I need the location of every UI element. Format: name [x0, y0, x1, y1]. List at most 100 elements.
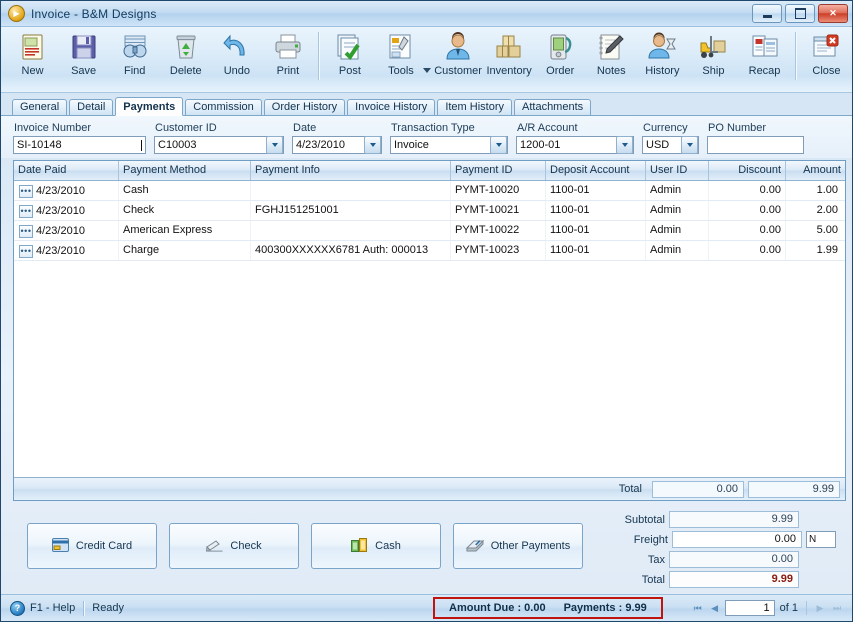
cell-user-id[interactable]: Admin — [646, 241, 709, 260]
record-number-input[interactable]: 1 — [724, 600, 775, 616]
cell-deposit-account[interactable]: 1100-01 — [546, 221, 646, 240]
chevron-down-icon[interactable] — [364, 136, 381, 154]
toolbar-button-post[interactable]: Post — [324, 30, 375, 86]
tab-detail[interactable]: Detail — [69, 99, 114, 115]
column-header-payment-id[interactable]: Payment ID — [451, 161, 546, 180]
next-record-icon[interactable]: ▶ — [813, 601, 827, 615]
ellipsis-button-icon[interactable]: ••• — [19, 225, 33, 238]
invoice-number-input[interactable]: SI-10148 — [13, 136, 146, 154]
date-picker[interactable]: 4/23/2010 — [292, 136, 382, 154]
cell-deposit-account[interactable]: 1100-01 — [546, 181, 646, 200]
toolbar-button-print[interactable]: Print — [262, 30, 313, 86]
column-header-payment-method[interactable]: Payment Method — [119, 161, 251, 180]
toolbar-button-undo[interactable]: Undo — [211, 30, 262, 86]
toolbar-button-close[interactable]: Close — [801, 30, 852, 86]
tab-item-history[interactable]: Item History — [437, 99, 512, 115]
maximize-button[interactable] — [785, 4, 815, 23]
cell-discount[interactable]: 0.00 — [709, 241, 786, 260]
ellipsis-button-icon[interactable]: ••• — [19, 245, 33, 258]
tab-commission[interactable]: Commission — [185, 99, 262, 115]
close-button[interactable]: ✕ — [818, 4, 848, 23]
cell-payment-info[interactable] — [251, 181, 451, 200]
toolbar-button-new[interactable]: New — [7, 30, 58, 86]
toolbar-button-find[interactable]: Find — [109, 30, 160, 86]
chevron-down-icon[interactable] — [490, 136, 507, 154]
ar-account-combobox[interactable]: 1200-01 — [516, 136, 634, 154]
cell-payment-method[interactable]: Cash — [119, 181, 251, 200]
table-row[interactable]: ••• 4/23/2010 Charge 400300XXXXXX6781 Au… — [14, 241, 845, 261]
cell-payment-info[interactable] — [251, 221, 451, 240]
toolbar-button-recap[interactable]: Recap — [739, 30, 790, 86]
column-header-amount[interactable]: Amount — [786, 161, 845, 180]
cell-deposit-account[interactable]: 1100-01 — [546, 241, 646, 260]
toolbar-button-save[interactable]: Save — [58, 30, 109, 86]
ellipsis-button-icon[interactable]: ••• — [19, 205, 33, 218]
po-number-input[interactable] — [707, 136, 804, 154]
table-row[interactable]: ••• 4/23/2010 American Express PYMT-1002… — [14, 221, 845, 241]
cell-discount[interactable]: 0.00 — [709, 221, 786, 240]
column-header-discount[interactable]: Discount — [709, 161, 786, 180]
column-header-date-paid[interactable]: Date Paid — [14, 161, 119, 180]
toolbar-button-notes[interactable]: Notes — [586, 30, 637, 86]
currency-combobox[interactable]: USD — [642, 136, 699, 154]
cell-user-id[interactable]: Admin — [646, 221, 709, 240]
last-record-icon[interactable]: ⏭ — [830, 601, 844, 615]
cell-date-paid[interactable]: ••• 4/23/2010 — [14, 201, 119, 220]
cell-payment-method[interactable]: Check — [119, 201, 251, 220]
cell-payment-id[interactable]: PYMT-10021 — [451, 201, 546, 220]
cell-deposit-account[interactable]: 1100-01 — [546, 201, 646, 220]
cell-payment-id[interactable]: PYMT-10023 — [451, 241, 546, 260]
cell-discount[interactable]: 0.00 — [709, 201, 786, 220]
help-label[interactable]: F1 - Help — [30, 602, 75, 614]
cell-amount[interactable]: 2.00 — [786, 201, 845, 220]
toolbar-button-customer[interactable]: Customer — [433, 30, 484, 86]
tab-order-history[interactable]: Order History — [263, 99, 346, 115]
cell-date-paid[interactable]: ••• 4/23/2010 — [14, 181, 119, 200]
chevron-down-icon[interactable] — [266, 136, 283, 154]
first-record-icon[interactable]: ⏮ — [691, 601, 705, 615]
cell-amount[interactable]: 5.00 — [786, 221, 845, 240]
customer-id-combobox[interactable]: C10003 — [154, 136, 284, 154]
toolbar-button-ship[interactable]: Ship — [688, 30, 739, 86]
cell-payment-info[interactable]: 400300XXXXXX6781 Auth: 000013 — [251, 241, 451, 260]
toolbar-button-order[interactable]: Order — [535, 30, 586, 86]
cell-payment-id[interactable]: PYMT-10022 — [451, 221, 546, 240]
column-header-payment-info[interactable]: Payment Info — [251, 161, 451, 180]
chevron-down-icon[interactable] — [822, 532, 835, 547]
ellipsis-button-icon[interactable]: ••• — [19, 185, 33, 198]
tab-payments[interactable]: Payments — [115, 97, 184, 116]
credit-card-button[interactable]: Credit Card — [27, 523, 157, 569]
question-mark-icon[interactable]: ? — [10, 600, 25, 616]
cell-date-paid[interactable]: ••• 4/23/2010 — [14, 221, 119, 240]
table-row[interactable]: ••• 4/23/2010 Cash PYMT-10020 1100-01 Ad… — [14, 181, 845, 201]
cell-payment-method[interactable]: Charge — [119, 241, 251, 260]
cell-amount[interactable]: 1.99 — [786, 241, 845, 260]
tab-invoice-history[interactable]: Invoice History — [347, 99, 436, 115]
cell-date-paid[interactable]: ••• 4/23/2010 — [14, 241, 119, 260]
other-payments-button[interactable]: Other Payments — [453, 523, 583, 569]
cell-discount[interactable]: 0.00 — [709, 181, 786, 200]
cash-button[interactable]: Cash — [311, 523, 441, 569]
table-row[interactable]: ••• 4/23/2010 Check FGHJ151251001 PYMT-1… — [14, 201, 845, 221]
column-header-user-id[interactable]: User ID — [646, 161, 709, 180]
cell-payment-info[interactable]: FGHJ151251001 — [251, 201, 451, 220]
column-header-deposit-account[interactable]: Deposit Account — [546, 161, 646, 180]
check-button[interactable]: Check — [169, 523, 299, 569]
freight-input[interactable]: 0.00 — [672, 531, 802, 548]
tab-general[interactable]: General — [12, 99, 68, 115]
cell-amount[interactable]: 1.00 — [786, 181, 845, 200]
transaction-type-combobox[interactable]: Invoice — [390, 136, 508, 154]
tab-attachments[interactable]: Attachments — [514, 99, 592, 115]
previous-record-icon[interactable]: ◀ — [708, 601, 722, 615]
minimize-button[interactable] — [752, 4, 782, 23]
toolbar-button-inventory[interactable]: Inventory — [484, 30, 535, 86]
cell-user-id[interactable]: Admin — [646, 181, 709, 200]
toolbar-button-tools[interactable]: Tools — [375, 30, 426, 86]
chevron-down-icon[interactable] — [616, 136, 633, 154]
cell-payment-method[interactable]: American Express — [119, 221, 251, 240]
freight-taxable-combobox[interactable]: N — [806, 531, 836, 548]
cell-user-id[interactable]: Admin — [646, 201, 709, 220]
toolbar-button-history[interactable]: History — [637, 30, 688, 86]
cell-payment-id[interactable]: PYMT-10020 — [451, 181, 546, 200]
toolbar-button-delete[interactable]: Delete — [160, 30, 211, 86]
